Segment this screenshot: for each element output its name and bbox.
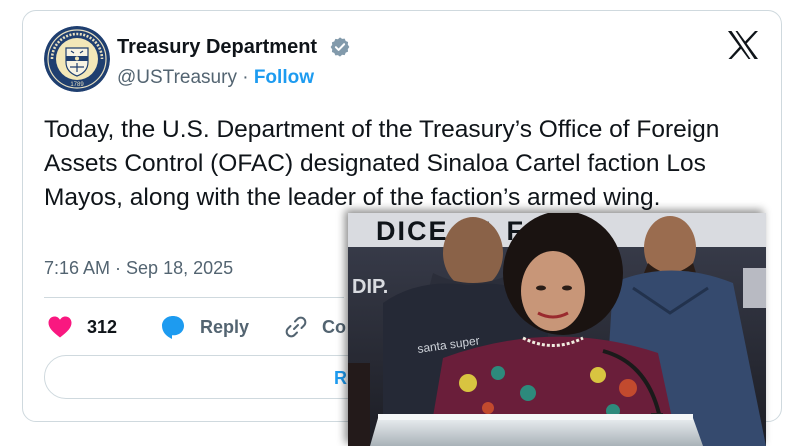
copy-link-label: Co bbox=[322, 316, 346, 337]
treasury-seal-avatar[interactable]: 1789 bbox=[44, 26, 110, 92]
photo-banner-text-2: DIP. bbox=[352, 276, 388, 298]
verified-badge-icon bbox=[330, 37, 350, 57]
author-handle[interactable]: @USTreasury bbox=[117, 67, 237, 88]
tweet-text: Today, the U.S. Department of the Treasu… bbox=[44, 116, 720, 211]
heart-icon bbox=[48, 316, 72, 338]
reply-button[interactable]: Reply bbox=[160, 314, 249, 340]
divider bbox=[44, 297, 344, 298]
reply-label: Reply bbox=[200, 316, 250, 337]
follow-button[interactable]: Follow bbox=[254, 67, 314, 88]
x-logo-icon[interactable] bbox=[727, 30, 759, 60]
author-handle-row: @USTreasury · Follow bbox=[117, 67, 314, 89]
svg-text:1789: 1789 bbox=[70, 82, 84, 88]
reply-bubble-icon bbox=[162, 316, 184, 339]
press-conference-photo: DICE LA FAT DIP. santa super bbox=[348, 213, 766, 446]
like-button[interactable]: 312 bbox=[47, 314, 117, 340]
read-replies-label: R bbox=[334, 368, 347, 388]
handle-separator: · bbox=[236, 67, 254, 88]
author-name[interactable]: Treasury Department bbox=[117, 36, 317, 59]
copy-link-button[interactable]: Co bbox=[284, 314, 346, 340]
tweet-timestamp[interactable]: 7:16 AM · Sep 18, 2025 bbox=[44, 258, 233, 279]
link-icon bbox=[285, 316, 307, 338]
likes-count: 312 bbox=[87, 316, 118, 337]
